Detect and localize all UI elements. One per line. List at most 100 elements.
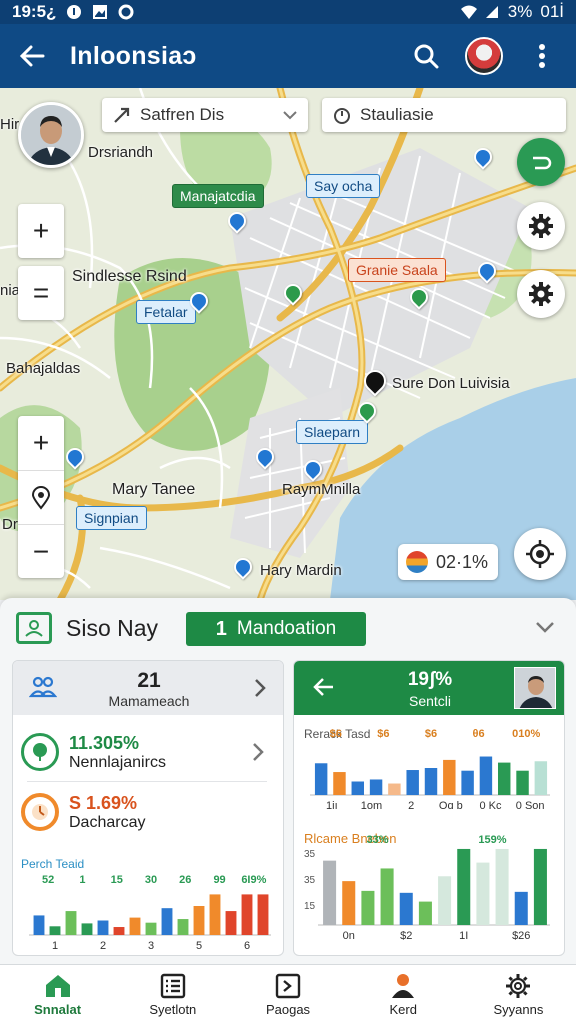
battery-percent: 3%	[507, 2, 533, 21]
mode-button[interactable]: 1 Mandoation	[186, 612, 366, 646]
gear-icon	[529, 282, 553, 306]
chart-data-label: 33%	[366, 834, 388, 846]
nav-label-list: Syetlotn	[149, 1002, 197, 1017]
route-button[interactable]	[517, 138, 565, 186]
clock-icon	[21, 793, 59, 831]
search-button[interactable]	[406, 36, 446, 76]
map-label-harry-mardin: Hary Mardin	[260, 562, 342, 579]
my-location-button[interactable]	[514, 528, 566, 580]
map-label-drsriandh: Drsriandh	[88, 144, 154, 161]
chart-tick-label: 1οm	[361, 800, 382, 812]
nav-item-pages[interactable]: Paogas	[230, 965, 345, 1024]
stat1-label: Nennlajanircs	[69, 753, 166, 771]
crosshair-icon	[526, 540, 554, 568]
left-head-label: Mamameach	[108, 693, 190, 709]
layers-settings-button[interactable]	[517, 270, 565, 318]
map-tag-game-saala[interactable]: Granie Saala	[348, 258, 446, 282]
map-tag-slaapran[interactable]: Slaeparn	[296, 420, 369, 444]
chart-bar	[476, 862, 490, 925]
chart-bar	[145, 922, 157, 935]
map-label-bahajaldas: Bahajaldas	[6, 360, 81, 377]
weather-chip[interactable]: 02·1%	[398, 544, 498, 580]
zoom-out-button-2[interactable]: −	[18, 524, 64, 578]
chart-bar	[193, 906, 205, 935]
route-search-input[interactable]: Satfren Dis	[102, 98, 308, 132]
chart-bar	[129, 917, 141, 935]
locate-button[interactable]	[18, 470, 64, 524]
chart-tick-label: 3	[148, 940, 154, 952]
chart-bar	[49, 926, 61, 935]
zoom-in-button[interactable]: +	[18, 204, 64, 258]
right-card-header[interactable]: 19ʃ% Sentcli	[294, 661, 564, 715]
stat2-label: Dacharcay	[69, 813, 146, 831]
bar-chart-right-top: 1iı 1οm 2 Oɑ b 0 Kc 0 Sοn $6 $6 $6 θ6 010%	[310, 728, 550, 812]
wifi-icon	[460, 4, 477, 20]
signal-label: 01İ	[540, 2, 564, 21]
mode-number: 1	[215, 617, 227, 640]
map-tag-signpian[interactable]: Signpian	[76, 506, 147, 530]
signal-icon	[484, 4, 500, 20]
back-button[interactable]	[14, 38, 50, 74]
chart-bar	[495, 848, 509, 925]
map-tag-manajatcdia[interactable]: Manajatcdia	[172, 184, 264, 208]
chart-tick-label: 2	[100, 940, 106, 952]
arrow-left-icon	[19, 45, 45, 67]
stat-row-2[interactable]: S 1.69% Dacharcay	[21, 783, 275, 841]
stat1-value: 11.305%	[69, 732, 140, 753]
left-head-value: 21	[137, 669, 161, 692]
nav-item-profile[interactable]: Kerd	[346, 965, 461, 1024]
location-pin-icon	[31, 485, 51, 510]
zoom-controls-top: +	[18, 204, 64, 258]
chart-tick-label: $2	[400, 930, 412, 942]
chevron-right-icon	[253, 677, 267, 704]
app-title: Inloonsiaɔ	[70, 41, 197, 70]
user-badge-icon	[16, 612, 52, 644]
map-label-sure-don: Sure Don Luivisia	[392, 375, 510, 392]
chart-tick-label: 0n	[343, 930, 355, 942]
nav-label-pages: Paogas	[265, 1002, 311, 1017]
zoom-in-button-2[interactable]: +	[18, 416, 64, 470]
zoom-controls-mid: =	[18, 266, 64, 320]
chart-bar	[333, 772, 346, 795]
chart-data-label: 30	[145, 874, 157, 886]
status-bar: 19:5¿ 3% 01İ	[0, 0, 576, 24]
chart-bar	[241, 894, 253, 935]
map-view[interactable]: Satfren Dis Stauliasie Drsriandh Sindles…	[0, 88, 576, 600]
chart-data-label: 6I9%	[241, 874, 266, 886]
timer-icon	[334, 108, 350, 124]
tree-icon	[21, 733, 59, 771]
chart-bar	[514, 891, 528, 925]
weather-value: 02·1%	[436, 551, 489, 572]
stat-row-1[interactable]: 11.305% Nennlajanircs	[21, 723, 275, 781]
chart-tick-label: 1iı	[326, 800, 338, 812]
chevron-down-icon	[283, 111, 297, 120]
left-card-header[interactable]: 21 Mamameach	[13, 661, 283, 715]
user-avatar-image	[21, 105, 81, 165]
user-profile-photo[interactable]	[18, 102, 84, 168]
map-tool-column: + −	[18, 416, 64, 578]
chart-tick-label: $26	[512, 930, 530, 942]
chart-bar	[479, 756, 493, 795]
profile-avatar-button[interactable]	[464, 36, 504, 76]
more-options-button[interactable]	[522, 36, 562, 76]
chart-tick-label: 6	[244, 940, 250, 952]
chart-bar	[81, 923, 93, 935]
map-settings-button[interactable]	[517, 202, 565, 250]
home-icon	[43, 972, 73, 1000]
map-tag-fetalar[interactable]: Fetalar	[136, 300, 196, 324]
nav-item-settings[interactable]: Syyanns	[461, 965, 576, 1024]
collapse-button[interactable]	[534, 616, 556, 643]
chart-tick-label: 5	[196, 940, 202, 952]
summary-panel: Siso Nay 1 Mandoation 21 Mamameach 11.30…	[0, 598, 576, 964]
nav-item-home[interactable]: Snnalat	[0, 965, 115, 1024]
chart-bar	[424, 768, 438, 795]
more-vert-icon	[539, 44, 545, 68]
chart-data-label: 99	[213, 874, 225, 886]
chart-bar	[516, 770, 529, 795]
zoom-out-button[interactable]: =	[18, 266, 64, 320]
map-tag-say-ocha[interactable]: Say ocha	[306, 174, 381, 198]
nav-label-home: Snnalat	[34, 1002, 82, 1017]
nav-label-settings: Syyanns	[493, 1002, 544, 1017]
nav-item-list[interactable]: Syetlotn	[115, 965, 230, 1024]
status-search-input[interactable]: Stauliasie	[322, 98, 566, 132]
